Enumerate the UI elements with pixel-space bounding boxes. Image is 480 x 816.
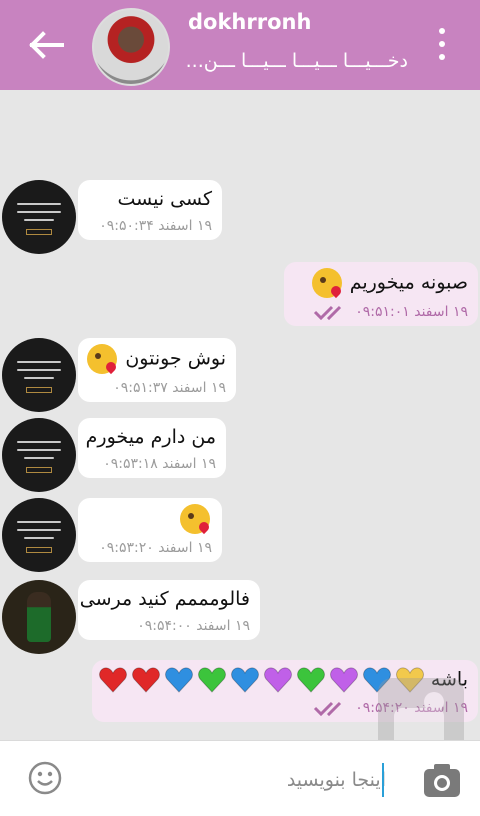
camera-icon[interactable] [420,759,464,803]
arrow-left-icon[interactable] [26,28,66,62]
more-vertical-icon[interactable] [436,28,448,60]
contact-name[interactable]: dokhrronh [188,10,311,34]
heart-emoji-icon [263,667,292,693]
message-bubble[interactable]: کسی نیست ۱۹ اسفند ۰۹:۵۰:۳۴ [78,180,222,240]
kiss-emoji-icon [87,344,118,374]
sender-avatar[interactable] [2,338,76,412]
double-check-icon [313,305,341,320]
message-time: ۱۹ اسفند ۰۹:۵۰:۳۴ [99,218,212,234]
message-time: ۱۹ اسفند ۰۹:۵۱:۰۱ [355,304,468,320]
message-bubble[interactable]: من دارم میخورم ۱۹ اسفند ۰۹:۵۳:۱۸ [78,418,226,478]
heart-emoji-icon [197,667,226,693]
composer-bar [0,740,480,816]
kiss-emoji-icon [180,504,210,534]
message-content: نوش جونتون [87,344,226,374]
message-input[interactable] [90,763,386,797]
message-content [88,504,212,534]
heart-emoji-icon [98,667,127,693]
message-text: فالومممم کنید مرسی [79,588,250,610]
sender-avatar[interactable] [2,580,76,654]
chat-header: dokhrronh دخـــیـــا ـــیـــا ـــیـــا ـ… [0,0,480,90]
sender-avatar[interactable] [2,180,76,254]
contact-avatar[interactable] [92,8,170,86]
message-text: من دارم میخورم [85,426,216,448]
message-content: صبونه میخوریم [294,268,468,298]
message-bubble[interactable]: فالومممم کنید مرسی ۱۹ اسفند ۰۹:۵۴:۰۰ [78,580,260,640]
message-bubble[interactable]: صبونه میخوریم ۱۹ اسفند ۰۹:۵۱:۰۱ [284,262,478,326]
message-time: ۱۹ اسفند ۰۹:۵۴:۰۰ [137,618,250,634]
text-cursor [382,763,384,797]
kiss-emoji-icon [311,268,342,298]
message-text: صبونه میخوریم [349,271,468,294]
heart-emoji-icon [296,667,325,693]
heart-emoji-icon [131,667,160,693]
heart-emoji-icon [230,667,259,693]
message-time: ۱۹ اسفند ۰۹:۵۳:۱۸ [103,456,216,472]
message-text: کسی نیست [117,188,213,210]
message-text: نوش جونتون [125,347,226,370]
smile-icon[interactable] [28,761,62,795]
heart-emoji-icon [329,667,358,693]
message-bubble[interactable]: نوش جونتون ۱۹ اسفند ۰۹:۵۱:۳۷ [78,338,236,402]
message-bubble[interactable]: ۱۹ اسفند ۰۹:۵۳:۲۰ [78,498,222,562]
heart-emoji-icon [164,667,193,693]
message-meta: ۱۹ اسفند ۰۹:۵۱:۰۱ [294,304,468,320]
message-time: ۱۹ اسفند ۰۹:۵۳:۲۰ [99,540,212,556]
contact-status: دخـــیـــا ـــیـــا ـــیـــا ـــن... [185,50,408,72]
sender-avatar[interactable] [2,418,76,492]
message-time: ۱۹ اسفند ۰۹:۵۱:۳۷ [113,380,226,396]
double-check-icon [313,701,341,716]
sender-avatar[interactable] [2,498,76,572]
